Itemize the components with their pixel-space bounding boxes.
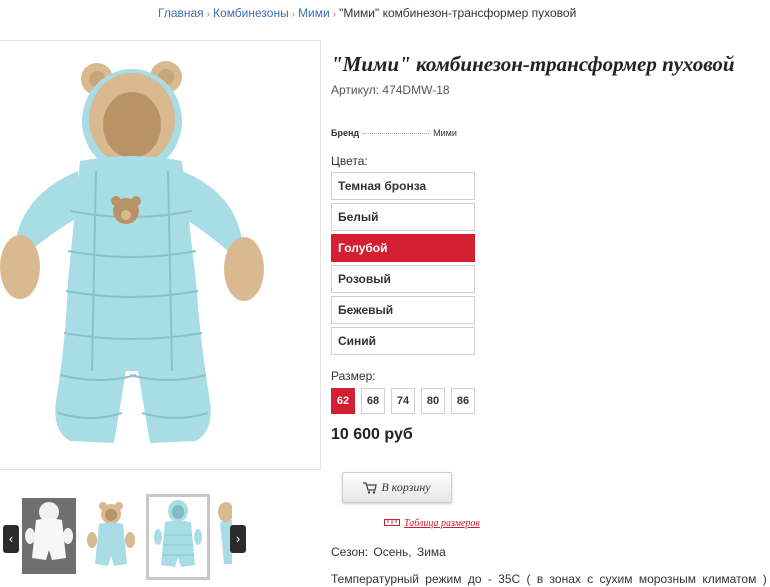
ruler-icon	[384, 519, 400, 530]
product-title: "Мими" комбинезон-трансформер пуховой	[331, 52, 735, 76]
color-option-pink[interactable]: Розовый	[331, 265, 475, 293]
blue-suit-bear-icon	[87, 502, 135, 566]
breadcrumb-link-mimi[interactable]: Мими	[298, 6, 330, 20]
dotted-leader	[363, 133, 430, 134]
breadcrumb-link-overalls[interactable]: Комбинезоны	[213, 6, 289, 20]
add-to-cart-label: В корзину	[381, 480, 431, 494]
size-option-74[interactable]: 74	[391, 388, 415, 414]
chevron-left-icon[interactable]: ‹	[3, 525, 19, 553]
color-option-dark-bronze[interactable]: Темная бронза	[331, 172, 475, 200]
thumbnail-carousel: ‹ ›	[0, 494, 250, 580]
thumbnail-white-suit[interactable]	[22, 498, 76, 574]
thumbnail-blue-suit-bear[interactable]	[84, 498, 138, 574]
color-option-white[interactable]: Белый	[331, 203, 475, 231]
color-option-beige[interactable]: Бежевый	[331, 296, 475, 324]
add-to-cart-button[interactable]: В корзину	[342, 472, 452, 503]
thumbnail-partial[interactable]	[212, 498, 232, 574]
size-option-86[interactable]: 86	[451, 388, 475, 414]
size-options: 62 68 74 80 86	[331, 388, 481, 414]
colors-label: Цвета:	[331, 154, 368, 168]
partial-suit-icon	[218, 502, 232, 564]
white-suit-icon	[25, 502, 73, 560]
temperature-info: Температурный режим до - 35С ( в зонах с…	[331, 572, 767, 586]
chevron-right-icon[interactable]: ›	[230, 525, 246, 553]
size-table-link[interactable]: Таблица размеров	[384, 518, 480, 530]
thumbnail-blue-suit-front[interactable]	[146, 494, 210, 580]
brand-row: Бренд Мими	[331, 128, 457, 138]
blue-suit-front-icon	[154, 500, 202, 567]
size-option-80[interactable]: 80	[421, 388, 445, 414]
color-option-light-blue[interactable]: Голубой	[331, 234, 475, 262]
size-option-68[interactable]: 68	[361, 388, 385, 414]
chevron-right-icon: ›	[332, 9, 337, 20]
color-option-navy[interactable]: Синий	[331, 327, 475, 355]
brand-label: Бренд	[331, 128, 360, 138]
size-option-62[interactable]: 62	[331, 388, 355, 414]
season-info: Сезон: Осень, Зима	[331, 545, 446, 559]
product-sku: Артикул: 474DMW-18	[331, 83, 450, 97]
shopping-cart-icon	[363, 476, 378, 505]
chevron-right-icon: ›	[291, 9, 296, 20]
color-options: Темная бронза Белый Голубой Розовый Беже…	[331, 172, 475, 358]
snowsuit-illustration	[0, 61, 264, 443]
size-table-label: Таблица размеров	[404, 518, 480, 529]
chevron-right-icon: ›	[206, 9, 211, 20]
product-price: 10 600 руб	[331, 426, 413, 443]
brand-value: Мими	[433, 128, 457, 138]
breadcrumb-link-home[interactable]: Главная	[158, 6, 204, 20]
breadcrumb-current: "Мими" комбинезон-трансформер пуховой	[339, 6, 577, 20]
breadcrumb: Главная › Комбинезоны › Мими › "Мими" комбинез…	[158, 6, 576, 20]
product-main-image[interactable]	[0, 40, 321, 470]
size-label: Размер:	[331, 369, 376, 383]
